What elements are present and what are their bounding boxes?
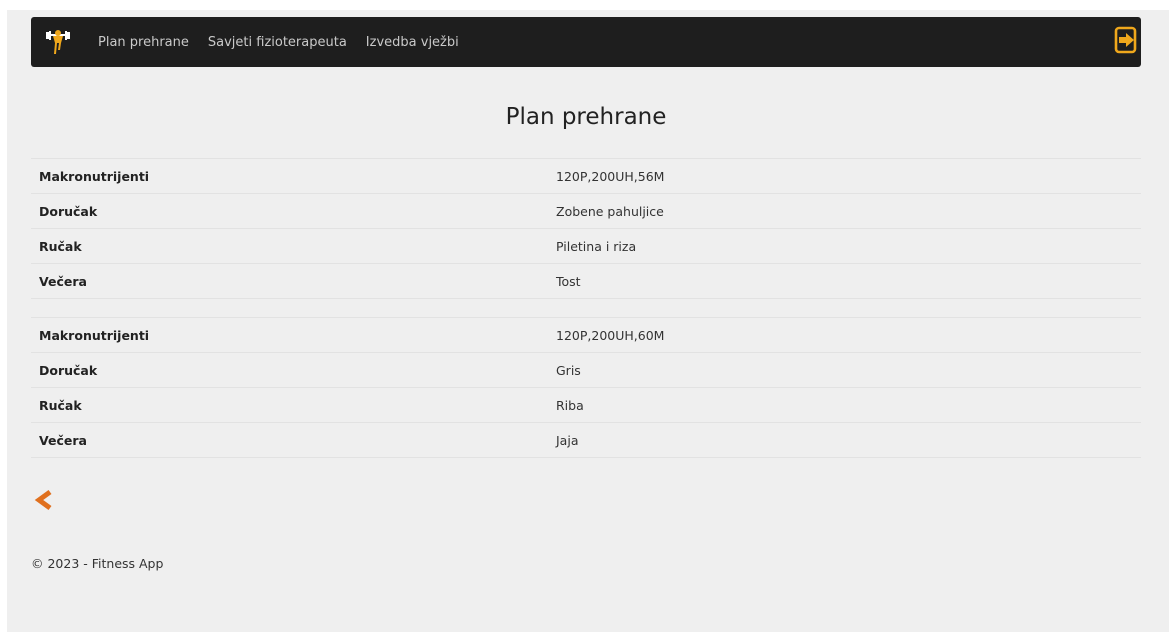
- footer-copyright: © 2023 - Fitness App: [31, 556, 164, 571]
- nav-link-izvedba-vjezbi[interactable]: Izvedba vježbi: [366, 35, 459, 50]
- chevron-left-icon[interactable]: [34, 489, 56, 511]
- table-row: Makronutrijenti 120P,200UH,60M: [31, 317, 1141, 353]
- page-title: Plan prehrane: [505, 104, 667, 130]
- meal-plan-table-2: Makronutrijenti 120P,200UH,60M Doručak G…: [31, 317, 1141, 458]
- table-row: Ručak Riba: [31, 387, 1141, 423]
- row-label: Doručak: [31, 193, 548, 229]
- row-value: Riba: [548, 387, 1141, 423]
- table-row: Doručak Gris: [31, 352, 1141, 388]
- nav-link-savjeti-fizioterapeuta[interactable]: Savjeti fizioterapeuta: [208, 35, 347, 50]
- row-label: Ručak: [31, 387, 548, 423]
- meal-plan-table-1: Makronutrijenti 120P,200UH,56M Doručak Z…: [31, 158, 1141, 299]
- row-value: Gris: [548, 352, 1141, 388]
- row-value: 120P,200UH,56M: [548, 158, 1141, 194]
- row-value: Jaja: [548, 422, 1141, 458]
- row-label: Ručak: [31, 228, 548, 264]
- row-value: Zobene pahuljice: [548, 193, 1141, 229]
- row-value: Piletina i riza: [548, 228, 1141, 264]
- table-row: Ručak Piletina i riza: [31, 228, 1141, 264]
- row-label: Makronutrijenti: [31, 317, 548, 353]
- row-label: Makronutrijenti: [31, 158, 548, 194]
- table-row: Večera Jaja: [31, 422, 1141, 458]
- table-row: Makronutrijenti 120P,200UH,56M: [31, 158, 1141, 194]
- nav-link-plan-prehrane[interactable]: Plan prehrane: [98, 35, 189, 50]
- table-row: Večera Tost: [31, 263, 1141, 299]
- navbar: Plan prehrane Savjeti fizioterapeuta Izv…: [31, 17, 1141, 67]
- row-value: 120P,200UH,60M: [548, 317, 1141, 353]
- sign-out-icon[interactable]: [1114, 25, 1138, 55]
- row-label: Večera: [31, 263, 548, 299]
- row-value: Tost: [548, 263, 1141, 299]
- fitness-figure-logo-icon[interactable]: [45, 28, 71, 56]
- row-label: Doručak: [31, 352, 548, 388]
- row-label: Večera: [31, 422, 548, 458]
- table-row: Doručak Zobene pahuljice: [31, 193, 1141, 229]
